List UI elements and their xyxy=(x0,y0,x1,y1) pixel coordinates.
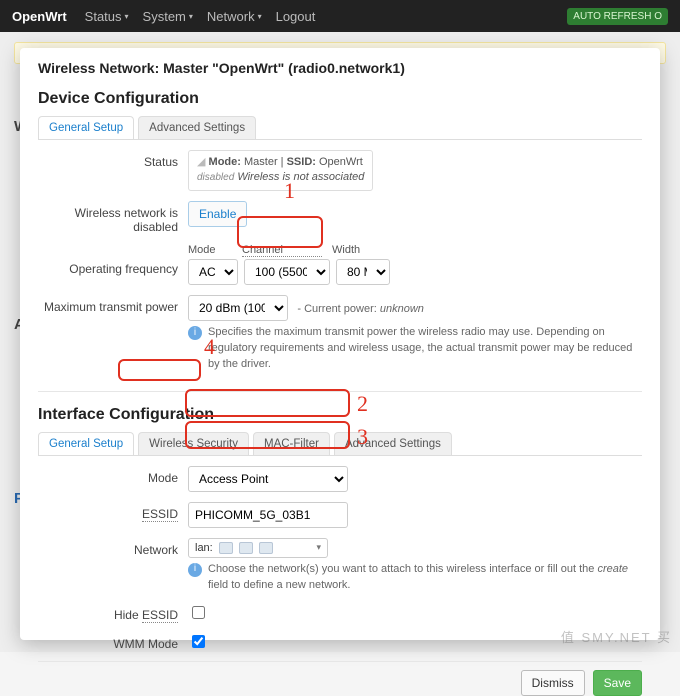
nav-status[interactable]: Status▾ xyxy=(85,9,129,24)
device-tabs: General Setup Advanced Settings xyxy=(38,116,642,140)
current-power: - Current power: unknown xyxy=(297,303,424,315)
tab-iface-advanced[interactable]: Advanced Settings xyxy=(334,432,452,455)
label-enable: Wireless network is disabled xyxy=(38,201,188,234)
row-frequency: Operating frequency Mode Channel Width A… xyxy=(38,244,642,285)
nav-network[interactable]: Network▾ xyxy=(207,9,262,24)
txpower-select[interactable]: 20 dBm (100 mW) xyxy=(188,295,288,321)
row-wmm: WMM Mode xyxy=(38,632,642,651)
freq-headers: Mode Channel Width xyxy=(188,244,642,257)
info-icon: i xyxy=(188,326,202,340)
tab-iface-general[interactable]: General Setup xyxy=(38,432,134,455)
watermark: 值 SMY.NET 买 xyxy=(561,627,672,646)
essid-input[interactable] xyxy=(188,502,348,528)
disabled-tag: disabled xyxy=(197,172,234,183)
chevron-down-icon: ▾ xyxy=(258,12,262,21)
iface-mode-select[interactable]: Access Point xyxy=(188,466,348,492)
width-select[interactable]: 80 MHz xyxy=(336,259,390,285)
tab-dev-advanced[interactable]: Advanced Settings xyxy=(138,116,256,139)
nav-logout[interactable]: Logout xyxy=(276,9,316,24)
modal-footer: Dismiss Save xyxy=(38,661,642,696)
row-status: Status ◢ Mode: Master | SSID: OpenWrt di… xyxy=(38,150,642,191)
row-mode: Mode Access Point xyxy=(38,466,642,492)
iface-config-heading: Interface Configuration xyxy=(38,406,642,424)
save-button[interactable]: Save xyxy=(593,670,642,696)
tab-dev-general[interactable]: General Setup xyxy=(38,116,134,139)
hide-essid-checkbox[interactable] xyxy=(192,606,205,619)
topbar: OpenWrt Status▾ System▾ Network▾ Logout … xyxy=(0,0,680,32)
modal-title: Wireless Network: Master "OpenWrt" (radi… xyxy=(38,60,642,76)
device-config-heading: Device Configuration xyxy=(38,90,642,108)
label-frequency: Operating frequency xyxy=(38,244,188,276)
row-essid: ESSID xyxy=(38,502,642,528)
tab-iface-macfilter[interactable]: MAC-Filter xyxy=(253,432,330,455)
port-icon xyxy=(219,542,233,554)
assoc-text: Wireless is not associated xyxy=(237,171,364,183)
channel-select[interactable]: 100 (5500 Mhz) xyxy=(244,259,330,285)
divider xyxy=(38,391,642,392)
iface-tabs: General Setup Wireless Security MAC-Filt… xyxy=(38,432,642,456)
info-icon: i xyxy=(188,563,202,577)
signal-icon: ◢ xyxy=(197,156,205,168)
row-enable: Wireless network is disabled Enable xyxy=(38,201,642,234)
label-network: Network xyxy=(38,538,188,557)
port-icon xyxy=(239,542,253,554)
chevron-down-icon: ▾ xyxy=(125,12,129,21)
label-status: Status xyxy=(38,150,188,169)
auto-refresh-badge[interactable]: AUTO REFRESH O xyxy=(567,8,668,25)
row-network: Network lan: ▾ i Choose the network(s) y… xyxy=(38,538,642,594)
network-hint: i Choose the network(s) you want to atta… xyxy=(188,562,642,594)
label-wmm: WMM Mode xyxy=(38,632,188,651)
row-hide-essid: Hide ESSID xyxy=(38,603,642,622)
dismiss-button[interactable]: Dismiss xyxy=(521,670,585,696)
label-txpower: Maximum transmit power xyxy=(38,295,188,314)
wmm-checkbox[interactable] xyxy=(192,635,205,648)
mode-select[interactable]: AC xyxy=(188,259,238,285)
chevron-down-icon: ▾ xyxy=(316,542,321,553)
wireless-config-modal: Wireless Network: Master "OpenWrt" (radi… xyxy=(20,48,660,640)
chevron-down-icon: ▾ xyxy=(189,12,193,21)
label-hide-essid: Hide ESSID xyxy=(38,603,188,622)
label-mode: Mode xyxy=(38,466,188,485)
status-box: ◢ Mode: Master | SSID: OpenWrt disabled … xyxy=(188,150,373,191)
tab-iface-security[interactable]: Wireless Security xyxy=(138,432,249,455)
port-icon xyxy=(259,542,273,554)
nav-system[interactable]: System▾ xyxy=(143,9,193,24)
enable-button[interactable]: Enable xyxy=(188,201,247,227)
brand[interactable]: OpenWrt xyxy=(12,9,67,24)
txpower-hint: i Specifies the maximum transmit power t… xyxy=(188,325,642,373)
row-txpower: Maximum transmit power 20 dBm (100 mW) -… xyxy=(38,295,642,373)
label-essid: ESSID xyxy=(38,502,188,521)
network-picker[interactable]: lan: ▾ xyxy=(188,538,328,558)
